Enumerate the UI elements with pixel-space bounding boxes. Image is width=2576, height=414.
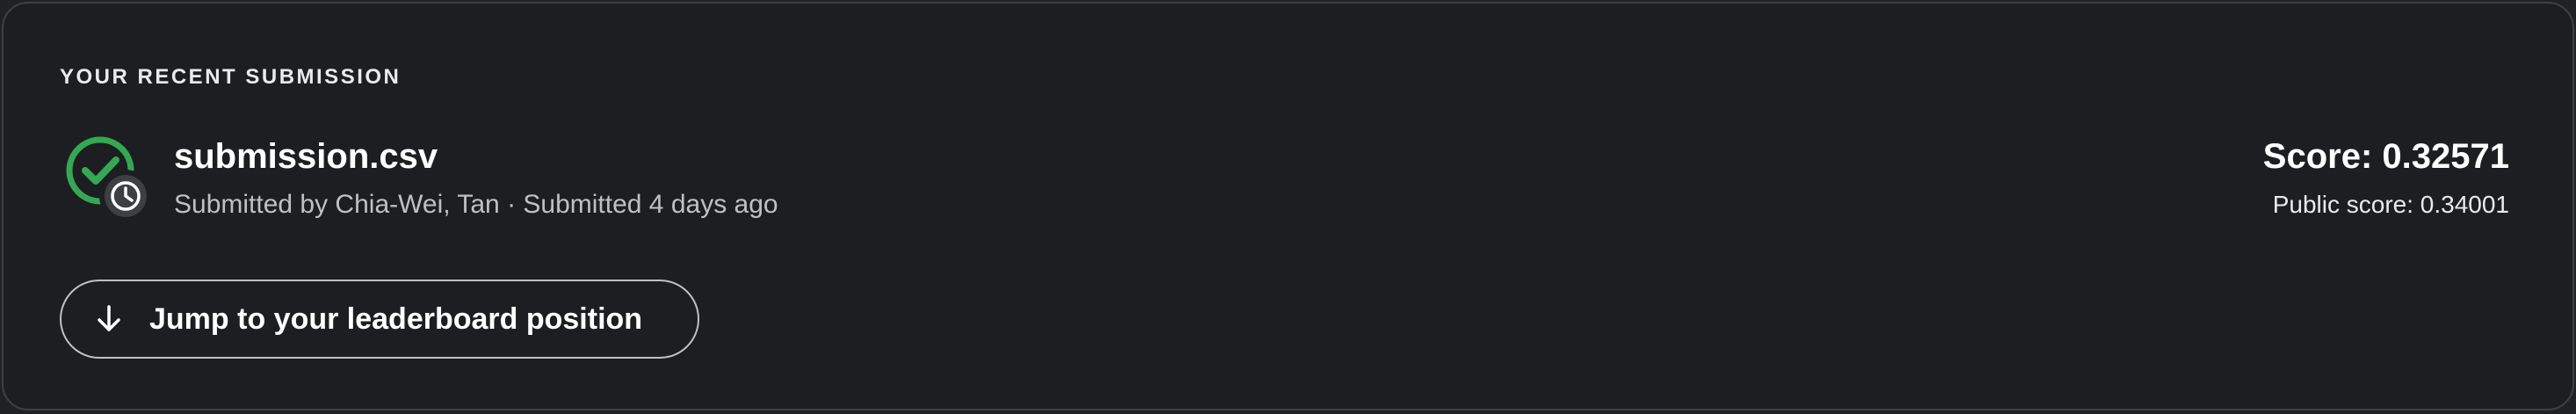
recent-submission-card: YOUR RECENT SUBMISSION submission.csv Su… bbox=[2, 2, 2574, 410]
public-score: Public score: 0.34001 bbox=[2272, 191, 2509, 218]
submission-file-name: submission.csv bbox=[174, 137, 438, 176]
arrow-down-icon bbox=[98, 305, 120, 331]
jump-to-leaderboard-button[interactable]: Jump to your leaderboard position bbox=[60, 280, 699, 359]
jump-button-label: Jump to your leaderboard position bbox=[149, 301, 643, 336]
submission-meta: Submitted by Chia-Wei, Tan · Submitted 4… bbox=[174, 190, 778, 219]
clock-icon bbox=[99, 170, 152, 222]
check-circle-icon bbox=[66, 136, 152, 222]
private-score: Score: 0.32571 bbox=[2262, 137, 2509, 176]
section-heading: YOUR RECENT SUBMISSION bbox=[60, 65, 402, 89]
submission-status-icon bbox=[62, 134, 155, 225]
